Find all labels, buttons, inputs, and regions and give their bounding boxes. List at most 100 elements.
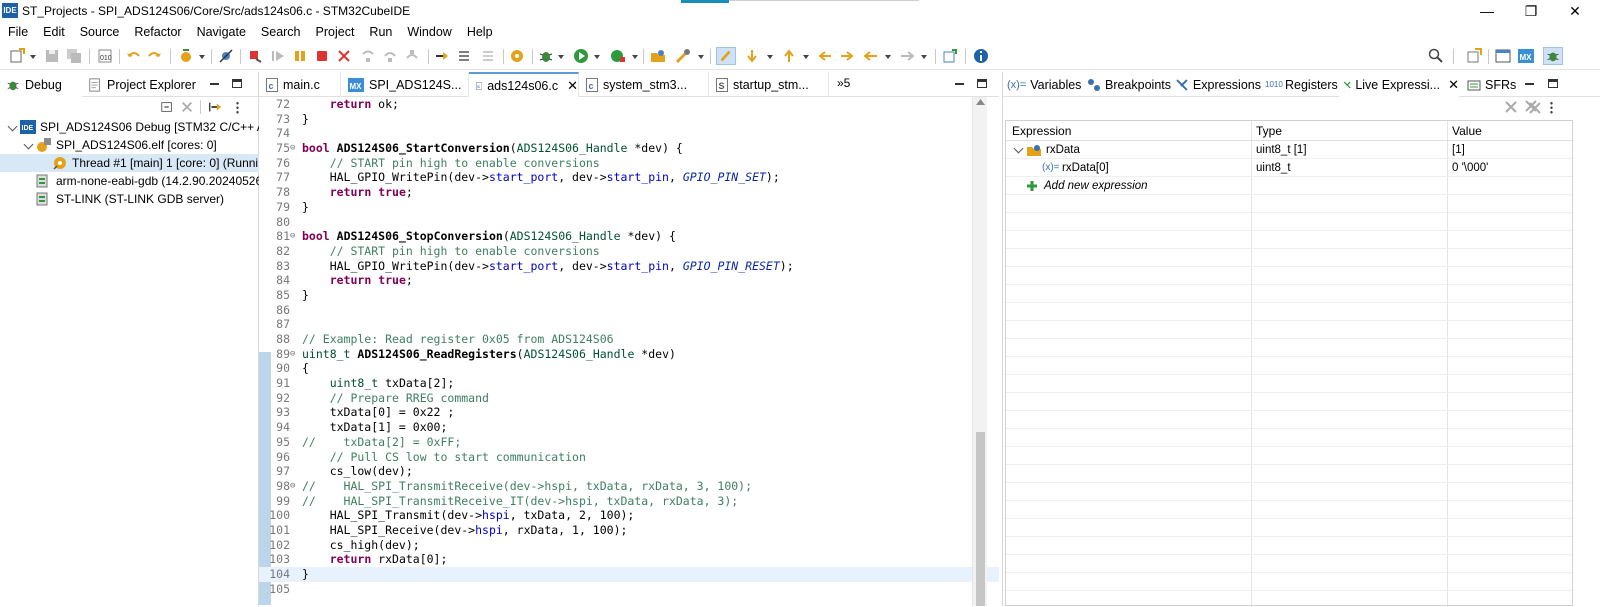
save-all-icon[interactable]	[66, 48, 82, 64]
remove-all-terminated-icon[interactable]	[180, 100, 194, 114]
fold-icon[interactable]: ⊖	[290, 229, 295, 244]
editor-scrollbar[interactable]	[972, 97, 987, 606]
code-line[interactable]: 97 cs_low(dev);	[259, 464, 999, 479]
tab-main-c[interactable]: c main.c	[259, 72, 341, 97]
disconnect-icon[interactable]	[336, 48, 352, 64]
search-icon[interactable]	[1428, 48, 1444, 64]
code-line[interactable]: 102 cs_high(dev);	[259, 538, 999, 553]
minimize-view-icon[interactable]	[210, 83, 219, 85]
next-annotation-dropdown-icon[interactable]	[767, 55, 773, 59]
code-line[interactable]: 105	[259, 582, 999, 597]
code-line[interactable]: 89 ⊖ uint8_t ADS124S06_ReadRegisters(ADS12…	[259, 347, 999, 362]
perspective-open-icon[interactable]	[1466, 48, 1482, 64]
suspend-icon[interactable]	[292, 48, 308, 64]
step-return-icon[interactable]	[404, 48, 420, 64]
code-line[interactable]: 99 // HAL_SPI_TransmitReceive_IT(dev->hsp…	[259, 494, 999, 509]
menu-window[interactable]: Window	[399, 22, 458, 42]
toggle-mark-occurrences-icon[interactable]	[716, 47, 736, 65]
fold-icon[interactable]: ⊖	[290, 141, 295, 156]
task-dropdown-icon[interactable]	[698, 55, 704, 59]
tree-item-thread[interactable]: Thread #1 [main] 1 [core: 0] (Runni	[0, 154, 259, 172]
tab-ioc[interactable]: MX SPI_ADS124S...	[341, 72, 469, 97]
tab-ads124s06-c[interactable]: c ads124s06.c ✕	[469, 72, 579, 97]
chevron-down-icon[interactable]	[1013, 143, 1024, 154]
instruction-stepping-mode-icon[interactable]	[208, 100, 222, 114]
column-header-expression[interactable]: Expression	[1012, 124, 1071, 138]
tab-overflow-button[interactable]: »5	[837, 76, 850, 90]
skip-breakpoints-icon[interactable]	[218, 48, 234, 64]
tab-registers[interactable]: 1010 Registers	[1261, 72, 1339, 97]
view-menu-icon[interactable]	[236, 101, 239, 114]
view-menu-icon[interactable]	[1550, 101, 1553, 114]
fold-icon[interactable]: ⊖	[290, 479, 295, 494]
code-line[interactable]: 72 return ok;	[259, 97, 999, 112]
tab-startup-stm32[interactable]: S startup_stm...	[709, 72, 829, 97]
minimize-button[interactable]: —	[1465, 0, 1509, 22]
menu-run[interactable]: Run	[361, 22, 399, 42]
column-header-value[interactable]: Value	[1452, 124, 1482, 138]
code-line[interactable]: 87	[259, 317, 999, 332]
scroll-up-icon[interactable]	[976, 99, 985, 105]
redo-icon[interactable]	[146, 48, 162, 64]
code-line[interactable]: 73}	[259, 112, 999, 127]
close-window-button[interactable]: ✕	[1553, 0, 1597, 22]
code-line[interactable]: 83 HAL_GPIO_WritePin(dev->start_port, de…	[259, 259, 999, 274]
build-target-icon[interactable]	[509, 48, 525, 64]
undo-icon[interactable]	[126, 48, 142, 64]
menu-file[interactable]: File	[0, 22, 35, 42]
code-line[interactable]: 77 HAL_GPIO_WritePin(dev->start_port, de…	[259, 170, 999, 185]
debug-run-dropdown-icon[interactable]	[558, 55, 564, 59]
tab-breakpoints[interactable]: Breakpoints	[1083, 72, 1171, 97]
back-dropdown-icon[interactable]	[885, 55, 891, 59]
menu-project[interactable]: Project	[308, 22, 362, 42]
build-icon[interactable]: 010	[97, 48, 113, 64]
code-line[interactable]: 76 // START pin high to enable conversio…	[259, 156, 999, 171]
code-line[interactable]: 104}	[259, 567, 999, 582]
cubemx-perspective-icon[interactable]: MX	[1518, 48, 1534, 64]
code-line[interactable]: 79}	[259, 200, 999, 215]
tab-sfrs[interactable]: SFRs	[1463, 72, 1523, 97]
tree-item-process[interactable]: SPI_ADS124S06.elf [cores: 0]	[0, 136, 259, 154]
fold-icon[interactable]: ⊖	[290, 347, 295, 362]
tab-expressions[interactable]: Expressions	[1171, 72, 1261, 97]
code-line[interactable]: 91 uint8_t txData[2];	[259, 376, 999, 391]
code-line[interactable]: 75 ⊖ bool ADS124S06_StartConversion(ADS124…	[259, 141, 999, 156]
restart-icon[interactable]	[480, 48, 496, 64]
chevron-down-icon[interactable]	[23, 139, 34, 150]
code-area[interactable]: 72 return ok; 73} 74 75 ⊖ bool ADS124S06_Star…	[259, 97, 999, 606]
maximize-editor-icon[interactable]	[977, 79, 987, 88]
tree-item-launch[interactable]: IDE SPI_ADS124S06 Debug [STM32 C/C++ Ap	[0, 118, 259, 136]
open-task-icon[interactable]	[675, 48, 691, 64]
save-icon[interactable]	[44, 48, 60, 64]
code-line[interactable]: 95 // txData[2] = 0xFF;	[259, 435, 999, 450]
instruction-stepping-icon[interactable]	[434, 48, 450, 64]
menu-edit[interactable]: Edit	[35, 22, 72, 42]
debug-launch-icon[interactable]	[178, 48, 194, 64]
minimize-editor-icon[interactable]	[955, 83, 964, 85]
collapse-all-icon[interactable]	[160, 100, 174, 114]
expression-value[interactable]: 0 '\000'	[1452, 159, 1488, 177]
terminate-relaunch-icon[interactable]	[247, 48, 263, 64]
code-line[interactable]: 85}	[259, 288, 999, 303]
code-line[interactable]: 101 HAL_SPI_Receive(dev->hspi, rxData, 1…	[259, 523, 999, 538]
maximize-view-icon[interactable]	[232, 79, 242, 88]
minimize-view-icon[interactable]	[1525, 83, 1534, 85]
expression-value[interactable]: [1]	[1452, 141, 1465, 159]
tree-item-gdb[interactable]: arm-none-eabi-gdb (14.2.90.20240526	[0, 172, 259, 190]
external-tools-icon[interactable]	[610, 48, 626, 64]
column-header-type[interactable]: Type	[1256, 124, 1282, 138]
tab-debug[interactable]: Debug	[0, 72, 82, 97]
menu-refactor[interactable]: Refactor	[126, 22, 188, 42]
code-line[interactable]: 74	[259, 126, 999, 141]
remove-all-expressions-icon[interactable]	[1525, 100, 1541, 114]
info-icon[interactable]	[973, 48, 989, 64]
run-dropdown-icon[interactable]	[594, 55, 600, 59]
open-perspective-icon[interactable]	[942, 48, 958, 64]
step-into-icon[interactable]	[360, 48, 376, 64]
menu-search[interactable]: Search	[253, 22, 308, 42]
code-line[interactable]: 80	[259, 215, 999, 230]
scrollbar-thumb[interactable]	[976, 432, 985, 606]
reset-device-icon[interactable]	[456, 48, 472, 64]
tab-system-stm32[interactable]: c system_stm3...	[579, 72, 709, 97]
code-line[interactable]: 88 // Example: Read register 0x05 from AD…	[259, 332, 999, 347]
